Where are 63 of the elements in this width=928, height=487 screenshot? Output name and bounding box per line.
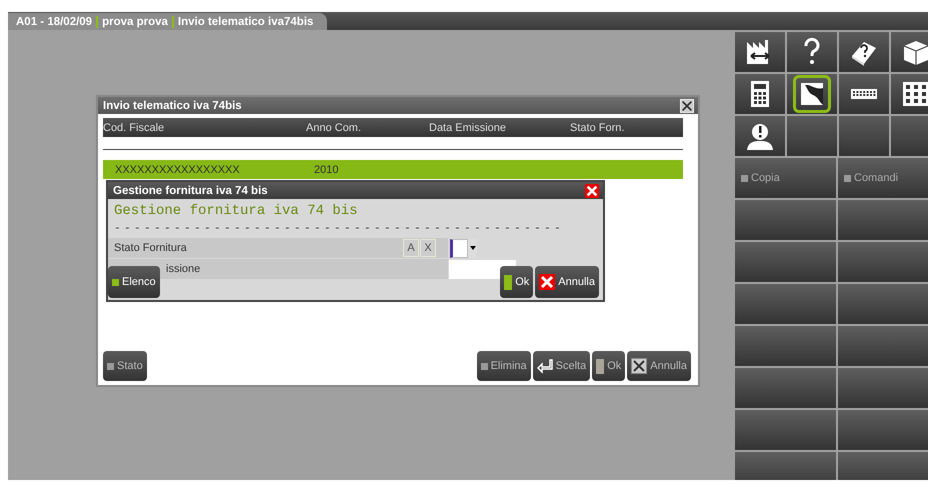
empty-button[interactable] [735, 200, 836, 240]
tab-label: A01 - 18/02/09 [16, 16, 92, 28]
tab-label: prova prova [102, 16, 168, 28]
square-icon [107, 362, 114, 370]
select-field[interactable] [450, 238, 477, 258]
column-header: Stato Forn. [570, 122, 626, 134]
dialog-button[interactable]: Ok [500, 266, 534, 298]
square-icon [112, 278, 119, 286]
toolbar-button[interactable] [787, 32, 837, 72]
column-header: Data Emissione [429, 122, 508, 134]
dialog-button[interactable]: Stato [103, 351, 147, 381]
column-header: Anno Com. [306, 122, 362, 134]
bar-icon [504, 274, 512, 290]
toolbar-button[interactable] [839, 74, 889, 114]
empty-button[interactable] [838, 284, 928, 324]
bar-icon [596, 358, 604, 374]
form-heading: Gestione fornitura iva 74 bis [113, 202, 359, 219]
dashed-rule: - - - - - - - - - - - - - - - - - - - - - - - - - - - - - - - - - - - - - - - - - - - - - [114, 223, 560, 236]
toolbar-button[interactable] [787, 74, 837, 114]
empty-button[interactable] [838, 368, 928, 408]
close-icon[interactable] [680, 98, 694, 112]
dialog-button[interactable]: Annulla [627, 351, 691, 381]
column-header: Cod. Fiscale [103, 122, 166, 134]
letter-key[interactable]: A [403, 239, 419, 257]
close-icon [539, 274, 556, 290]
empty-button[interactable] [735, 242, 836, 282]
dialog-button[interactable]: Annulla [535, 266, 599, 298]
table-row[interactable]: XXXXXXXXXXXXXXXXX 2010 [103, 160, 683, 179]
dialog-button[interactable]: Scelta [532, 351, 590, 381]
caret-icon [470, 246, 476, 250]
dialog-button[interactable]: Elimina [476, 351, 531, 381]
toolbar-button[interactable] [735, 74, 785, 114]
table-cell-text: XXXXXXXXXXXXXXXXX [114, 164, 241, 176]
toolbar-button[interactable] [735, 116, 785, 156]
enter-arrow-icon [536, 358, 553, 374]
empty-button[interactable] [838, 242, 928, 282]
dialog-button[interactable]: Ok [592, 351, 626, 381]
empty-button[interactable] [735, 452, 836, 480]
table-cell-text: 2010 [314, 164, 340, 176]
square-icon [844, 174, 851, 182]
close-icon [631, 358, 648, 374]
empty-button[interactable] [838, 410, 928, 450]
toolbar-button[interactable] [891, 74, 928, 114]
empty-button[interactable] [735, 326, 836, 366]
side-button[interactable]: Comandi [838, 158, 928, 198]
empty-button[interactable] [735, 368, 836, 408]
dialog-button[interactable]: Elenco [108, 266, 160, 298]
empty-button[interactable] [735, 284, 836, 324]
empty-button[interactable] [838, 200, 928, 240]
toolbar-button[interactable] [891, 32, 928, 72]
side-button[interactable]: Copia [735, 158, 836, 198]
toolbar-button[interactable] [839, 32, 889, 72]
hand-icon [796, 78, 828, 110]
toolbar-button[interactable] [735, 32, 785, 72]
empty-button[interactable] [735, 410, 836, 450]
tab-label: Invio telematico iva74bis [178, 16, 314, 28]
empty-button[interactable] [838, 326, 928, 366]
dialog-title: Invio telematico iva 74bis [103, 100, 242, 112]
square-icon [741, 174, 748, 182]
square-icon [480, 362, 488, 370]
dialog-title: Gestione fornitura iva 74 bis [113, 184, 268, 196]
header-tab[interactable]: A01 - 18/02/09 prova prova Invio telematico iva74bis [8, 13, 328, 30]
letter-key[interactable]: X [420, 239, 436, 257]
